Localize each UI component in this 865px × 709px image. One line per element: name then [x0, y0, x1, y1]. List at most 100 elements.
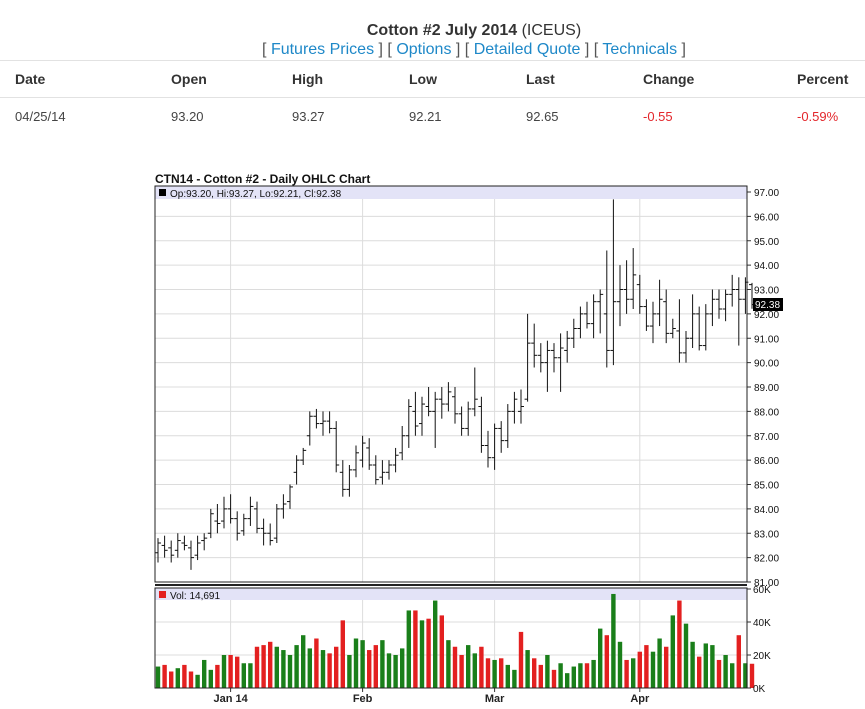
- volume-bar: [644, 645, 649, 688]
- price-tick-label: 96.00: [754, 212, 779, 223]
- volume-bar: [182, 664, 187, 688]
- volume-bar: [406, 610, 411, 688]
- volume-bar: [195, 674, 200, 688]
- volume-bar: [261, 645, 266, 688]
- volume-bar: [664, 646, 669, 688]
- volume-bar: [294, 645, 299, 688]
- volume-bar: [736, 635, 741, 688]
- volume-bar: [690, 641, 695, 688]
- price-tick-label: 83.00: [754, 529, 779, 540]
- volume-bar: [320, 650, 326, 688]
- price-tick-label: 84.00: [754, 505, 779, 516]
- volume-bar: [413, 610, 418, 688]
- volume-bar: [565, 673, 570, 688]
- volume-bar: [334, 646, 339, 688]
- volume-bar: [327, 653, 332, 688]
- volume-bar: [479, 646, 484, 688]
- price-tick-label: 87.00: [754, 432, 779, 443]
- volume-bar: [307, 648, 312, 688]
- x-tick-label: Apr: [630, 693, 650, 705]
- price-tick-label: 86.00: [754, 456, 779, 467]
- volume-bar: [446, 640, 451, 688]
- volume-bars: [155, 593, 755, 688]
- volume-bar: [512, 669, 517, 688]
- price-tick-label: 92.00: [754, 310, 779, 321]
- volume-tick-label: 40K: [753, 618, 771, 629]
- volume-bar: [360, 640, 365, 688]
- volume-bar: [314, 638, 319, 688]
- volume-bar: [604, 635, 609, 688]
- volume-bar: [426, 618, 431, 688]
- volume-tick-label: 60K: [753, 585, 771, 596]
- volume-bar: [241, 663, 246, 688]
- volume-bar: [208, 669, 213, 688]
- volume-bar: [472, 653, 477, 688]
- price-legend: Op:93.20, Hi:93.27, Lo:92.21, Cl:92.38: [170, 189, 342, 200]
- volume-bar: [439, 615, 444, 688]
- price-legend-swatch: [159, 189, 166, 196]
- x-tick-label: Jan 14: [213, 693, 248, 705]
- volume-bar: [221, 655, 227, 688]
- volume-bar: [538, 664, 543, 688]
- volume-bar: [730, 663, 735, 688]
- volume-bar: [723, 655, 728, 688]
- volume-bar: [525, 650, 530, 688]
- volume-bar: [703, 643, 708, 688]
- volume-bar: [287, 655, 293, 688]
- volume-bar: [499, 658, 504, 688]
- price-tick-label: 97.00: [754, 188, 779, 199]
- volume-bar: [268, 641, 273, 688]
- volume-legend-bar: [155, 588, 747, 600]
- volume-bar: [532, 658, 537, 688]
- volume-bar: [485, 658, 491, 688]
- price-tick-label: 95.00: [754, 237, 779, 248]
- price-tick-label: 89.00: [754, 383, 779, 394]
- volume-bar: [452, 646, 458, 688]
- volume-bar: [340, 620, 345, 688]
- volume-bar: [591, 659, 596, 688]
- volume-bar: [677, 600, 682, 688]
- volume-bar: [617, 641, 623, 688]
- volume-bar: [611, 593, 616, 688]
- x-tick-label: Mar: [485, 693, 505, 705]
- volume-bar: [386, 653, 392, 688]
- volume-bar: [228, 655, 233, 688]
- volume-bar: [670, 615, 675, 688]
- volume-bar: [274, 646, 279, 688]
- volume-bar: [215, 664, 220, 688]
- volume-bar: [281, 650, 286, 688]
- volume-bar: [433, 600, 438, 688]
- price-tick-label: 88.00: [754, 407, 779, 418]
- volume-bar: [551, 669, 557, 688]
- volume-bar: [380, 640, 385, 688]
- volume-bar: [235, 656, 240, 688]
- volume-bar: [202, 659, 207, 688]
- volume-bar: [584, 663, 590, 688]
- ohlc-chart: CTN14 - Cotton #2 - Daily OHLC Chart Op:…: [154, 172, 783, 705]
- volume-bar: [716, 659, 722, 688]
- chart-title: CTN14 - Cotton #2 - Daily OHLC Chart: [155, 172, 370, 186]
- volume-bar: [459, 655, 464, 688]
- volume-bar: [710, 645, 715, 688]
- price-tick-label: 85.00: [754, 481, 779, 492]
- volume-bar: [162, 664, 167, 688]
- volume-bar: [578, 663, 583, 688]
- volume-bar: [637, 651, 642, 688]
- volume-bar: [248, 663, 253, 688]
- volume-bar: [188, 671, 194, 688]
- volume-bar: [373, 645, 378, 688]
- volume-bar: [558, 663, 563, 688]
- volume-bar: [683, 623, 689, 688]
- x-tick-label: Feb: [353, 693, 373, 705]
- volume-bar: [505, 664, 510, 688]
- price-bars: [155, 199, 755, 570]
- volume-bar: [492, 659, 497, 688]
- volume-bar: [657, 638, 662, 688]
- price-tick-label: 94.00: [754, 261, 779, 272]
- price-tick-label: 82.00: [754, 554, 779, 565]
- volume-tick-label: 20K: [753, 651, 771, 662]
- volume-bar: [155, 666, 161, 688]
- volume-bar: [347, 655, 352, 688]
- volume-bar: [571, 666, 576, 688]
- volume-bar: [631, 658, 636, 688]
